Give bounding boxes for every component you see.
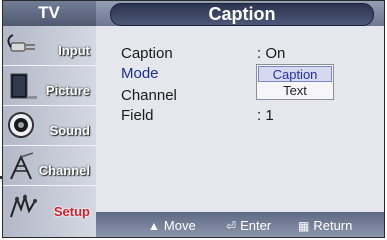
sidebar-item-setup[interactable]: Setup bbox=[2, 186, 96, 226]
bottom-hint-bar: ▲︎ Move ⏎ Enter ▦ Return bbox=[96, 212, 385, 238]
menu-row-value: : On bbox=[257, 45, 286, 62]
move-hint-label: Move bbox=[163, 218, 196, 233]
sidebar-item-channel[interactable]: Channel bbox=[2, 146, 96, 186]
menu-row-value: : 1 bbox=[257, 107, 274, 124]
menu-row-label: Caption bbox=[121, 45, 173, 62]
setup-icon bbox=[10, 193, 37, 218]
sidebar-item-input[interactable]: Input bbox=[2, 26, 96, 66]
dropdown-option-caption[interactable]: Caption bbox=[258, 66, 332, 82]
title-bar: Caption bbox=[96, 0, 385, 26]
sidebar-item-picture[interactable]: Picture bbox=[2, 66, 96, 106]
channel-antenna-icon bbox=[10, 152, 34, 180]
tv-label: TV bbox=[38, 3, 60, 22]
move-hint: ▲︎ Move bbox=[148, 218, 196, 233]
menu-row-label: Mode bbox=[121, 65, 159, 82]
sidebar-item-label: Channel bbox=[38, 163, 90, 178]
return-hint-label: Return bbox=[313, 218, 353, 233]
sidebar-item-label: Setup bbox=[53, 204, 90, 219]
dropdown-option-text[interactable]: Text bbox=[258, 83, 332, 99]
mode-dropdown[interactable]: Caption Text bbox=[256, 64, 334, 100]
sidebar-item-label: Picture bbox=[45, 83, 90, 98]
edge-marker bbox=[0, 176, 3, 179]
enter-hint-label: Enter bbox=[240, 218, 272, 233]
sidebar: Input Picture Sound Channel Setup bbox=[2, 26, 96, 238]
input-plug-icon bbox=[7, 34, 35, 52]
tv-header: TV bbox=[2, 0, 96, 26]
sidebar-item-label: Sound bbox=[49, 123, 90, 138]
picture-icon bbox=[10, 73, 37, 99]
enter-icon: ⏎ bbox=[226, 219, 237, 233]
enter-hint: ⏎ Enter bbox=[226, 218, 271, 233]
sidebar-item-sound[interactable]: Sound bbox=[2, 106, 96, 146]
return-hint: ▦ Return bbox=[298, 218, 352, 233]
updown-arrows-icon: ▲︎ bbox=[148, 219, 160, 233]
return-menu-icon: ▦ bbox=[298, 219, 310, 233]
sound-speaker-icon bbox=[8, 112, 34, 138]
menu-row-label: Channel bbox=[121, 87, 177, 104]
sidebar-item-label: Input bbox=[58, 43, 90, 58]
tv-menu-screen: TV Input Picture Sound Channel Setup Cap… bbox=[2, 0, 385, 238]
menu-row-label: Field bbox=[121, 107, 154, 124]
page-title: Caption bbox=[110, 3, 374, 26]
